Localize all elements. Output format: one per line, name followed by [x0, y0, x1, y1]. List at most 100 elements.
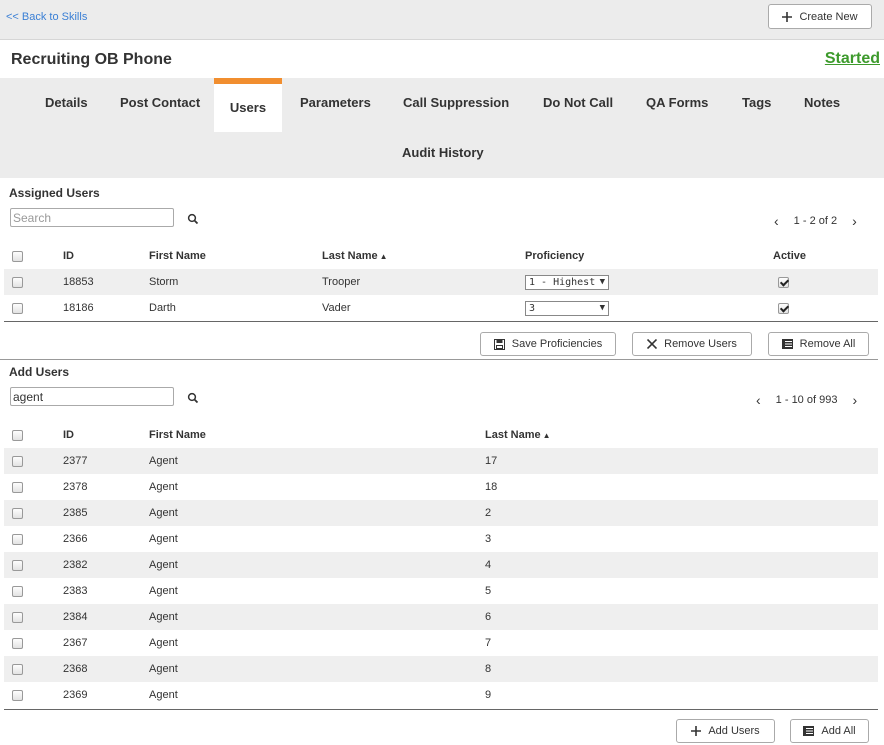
row-checkbox[interactable]: [12, 455, 23, 467]
table-row: 2377 Agent 17: [4, 448, 878, 474]
row-checkbox[interactable]: [12, 689, 23, 701]
plus-icon: [782, 11, 793, 22]
cell-first-name: Agent: [149, 448, 485, 474]
column-header-last-name[interactable]: Last Name ▲: [485, 422, 878, 448]
add-users-title: Add Users: [9, 365, 70, 379]
top-bar: << Back to Skills Create New: [0, 0, 884, 40]
add-users-pager: ‹ 1 - 10 of 993 ›: [756, 392, 857, 408]
cell-id: 2378: [63, 481, 88, 493]
row-checkbox[interactable]: [12, 533, 23, 545]
skill-header: Recruiting OB Phone Started: [0, 41, 884, 78]
tab-audit-history[interactable]: Audit History: [402, 145, 484, 160]
row-checkbox[interactable]: [12, 637, 23, 649]
save-proficiencies-button[interactable]: Save Proficiencies: [480, 332, 616, 356]
tab-notes[interactable]: Notes: [804, 95, 840, 110]
column-header-last-name[interactable]: Last Name ▲: [322, 243, 525, 269]
assigned-users-table: ID First Name Last Name ▲ Proficiency Act…: [4, 243, 878, 321]
tab-details[interactable]: Details: [45, 95, 88, 110]
table-bottom-rule: [4, 709, 878, 710]
table-row: 2382 Agent 4: [4, 552, 878, 578]
cell-id: 2367: [63, 637, 88, 649]
cell-id: 2369: [63, 689, 88, 701]
add-users-button[interactable]: Add Users: [676, 719, 775, 743]
table-row: 2383 Agent 5: [4, 578, 878, 604]
cell-first-name: Agent: [149, 481, 178, 493]
active-checkbox[interactable]: [778, 302, 789, 314]
cell-first-name: Agent: [149, 604, 485, 630]
cell-first-name: Agent: [149, 656, 485, 682]
column-header-active[interactable]: Active: [773, 243, 878, 269]
row-checkbox[interactable]: [12, 585, 23, 597]
status-link[interactable]: Started: [825, 50, 880, 68]
cell-last-name: 17: [485, 448, 878, 474]
table-row: 2378 Agent 18: [4, 474, 878, 500]
row-checkbox[interactable]: [12, 559, 23, 571]
remove-all-button[interactable]: Remove All: [768, 332, 869, 356]
tab-users-label: Users: [229, 99, 267, 115]
table-bottom-rule: [4, 321, 878, 322]
table-row: 18853 Storm Trooper 1 - Highest ▼: [4, 269, 878, 295]
tab-qa-forms[interactable]: QA Forms: [646, 95, 708, 110]
table-row: 18186 Darth Vader 3 ▼: [4, 295, 878, 321]
tab-do-not-call[interactable]: Do Not Call: [543, 95, 613, 110]
remove-users-button[interactable]: Remove Users: [632, 332, 752, 356]
tab-tags[interactable]: Tags: [742, 95, 771, 110]
cell-last-name: 8: [485, 656, 878, 682]
table-row: 2385 Agent 2: [4, 500, 878, 526]
select-all-checkbox[interactable]: [12, 429, 23, 441]
tab-parameters[interactable]: Parameters: [300, 95, 371, 110]
assigned-pager-text: 1 - 2 of 2: [793, 215, 838, 227]
active-checkbox[interactable]: [778, 276, 789, 288]
search-icon[interactable]: [187, 392, 199, 404]
column-header-first-name[interactable]: First Name: [149, 243, 322, 269]
row-checkbox[interactable]: [12, 481, 23, 493]
prev-page-icon[interactable]: ‹: [756, 392, 761, 408]
search-icon[interactable]: [187, 213, 199, 225]
assigned-search-input[interactable]: [10, 208, 174, 227]
sort-ascending-icon: ▲: [542, 431, 551, 440]
select-all-checkbox[interactable]: [12, 250, 23, 262]
cell-first-name: Storm: [149, 269, 322, 295]
cell-id: 2383: [63, 585, 88, 597]
assigned-users-title: Assigned Users: [9, 186, 100, 200]
row-checkbox[interactable]: [12, 276, 23, 288]
list-icon: [803, 726, 815, 736]
cell-last-name: 5: [485, 585, 492, 597]
row-checkbox[interactable]: [12, 302, 23, 314]
cell-last-name: 7: [485, 637, 492, 649]
add-users-search-input[interactable]: [10, 387, 174, 406]
cell-first-name: Darth: [149, 302, 176, 314]
tab-users[interactable]: Users: [214, 78, 282, 132]
next-page-icon[interactable]: ›: [852, 213, 857, 229]
save-icon: [493, 338, 505, 350]
column-header-proficiency[interactable]: Proficiency: [525, 243, 773, 269]
row-checkbox[interactable]: [12, 507, 23, 519]
create-new-label: Create New: [799, 10, 858, 23]
plus-icon: [691, 726, 702, 736]
proficiency-select[interactable]: 1 - Highest ▼: [525, 274, 609, 290]
cell-first-name: Agent: [149, 533, 178, 545]
table-row: 2368 Agent 8: [4, 656, 878, 682]
column-header-first-name[interactable]: First Name: [149, 422, 485, 448]
cell-id: 2385: [63, 500, 149, 526]
proficiency-select[interactable]: 3 ▼: [525, 300, 609, 316]
next-page-icon[interactable]: ›: [852, 392, 857, 408]
row-checkbox[interactable]: [12, 663, 23, 675]
add-all-button[interactable]: Add All: [790, 719, 869, 743]
cell-id: 2384: [63, 604, 149, 630]
tab-call-suppression[interactable]: Call Suppression: [403, 95, 509, 110]
cell-id: 2382: [63, 552, 149, 578]
column-header-id: ID: [63, 429, 74, 441]
cell-first-name: Agent: [149, 689, 178, 701]
cell-last-name: 4: [485, 552, 878, 578]
back-to-skills-link[interactable]: << Back to Skills: [6, 11, 87, 23]
prev-page-icon[interactable]: ‹: [774, 213, 779, 229]
cell-first-name: Agent: [149, 552, 485, 578]
add-all-label: Add All: [821, 725, 856, 737]
tab-post-contact[interactable]: Post Contact: [120, 95, 200, 110]
row-checkbox[interactable]: [12, 611, 23, 623]
add-users-pager-text: 1 - 10 of 993: [775, 394, 838, 406]
section-divider: [0, 359, 878, 360]
create-new-button[interactable]: Create New: [768, 4, 872, 29]
add-users-table: ID First Name Last Name ▲ 2377 Agent 17 237…: [4, 422, 878, 708]
